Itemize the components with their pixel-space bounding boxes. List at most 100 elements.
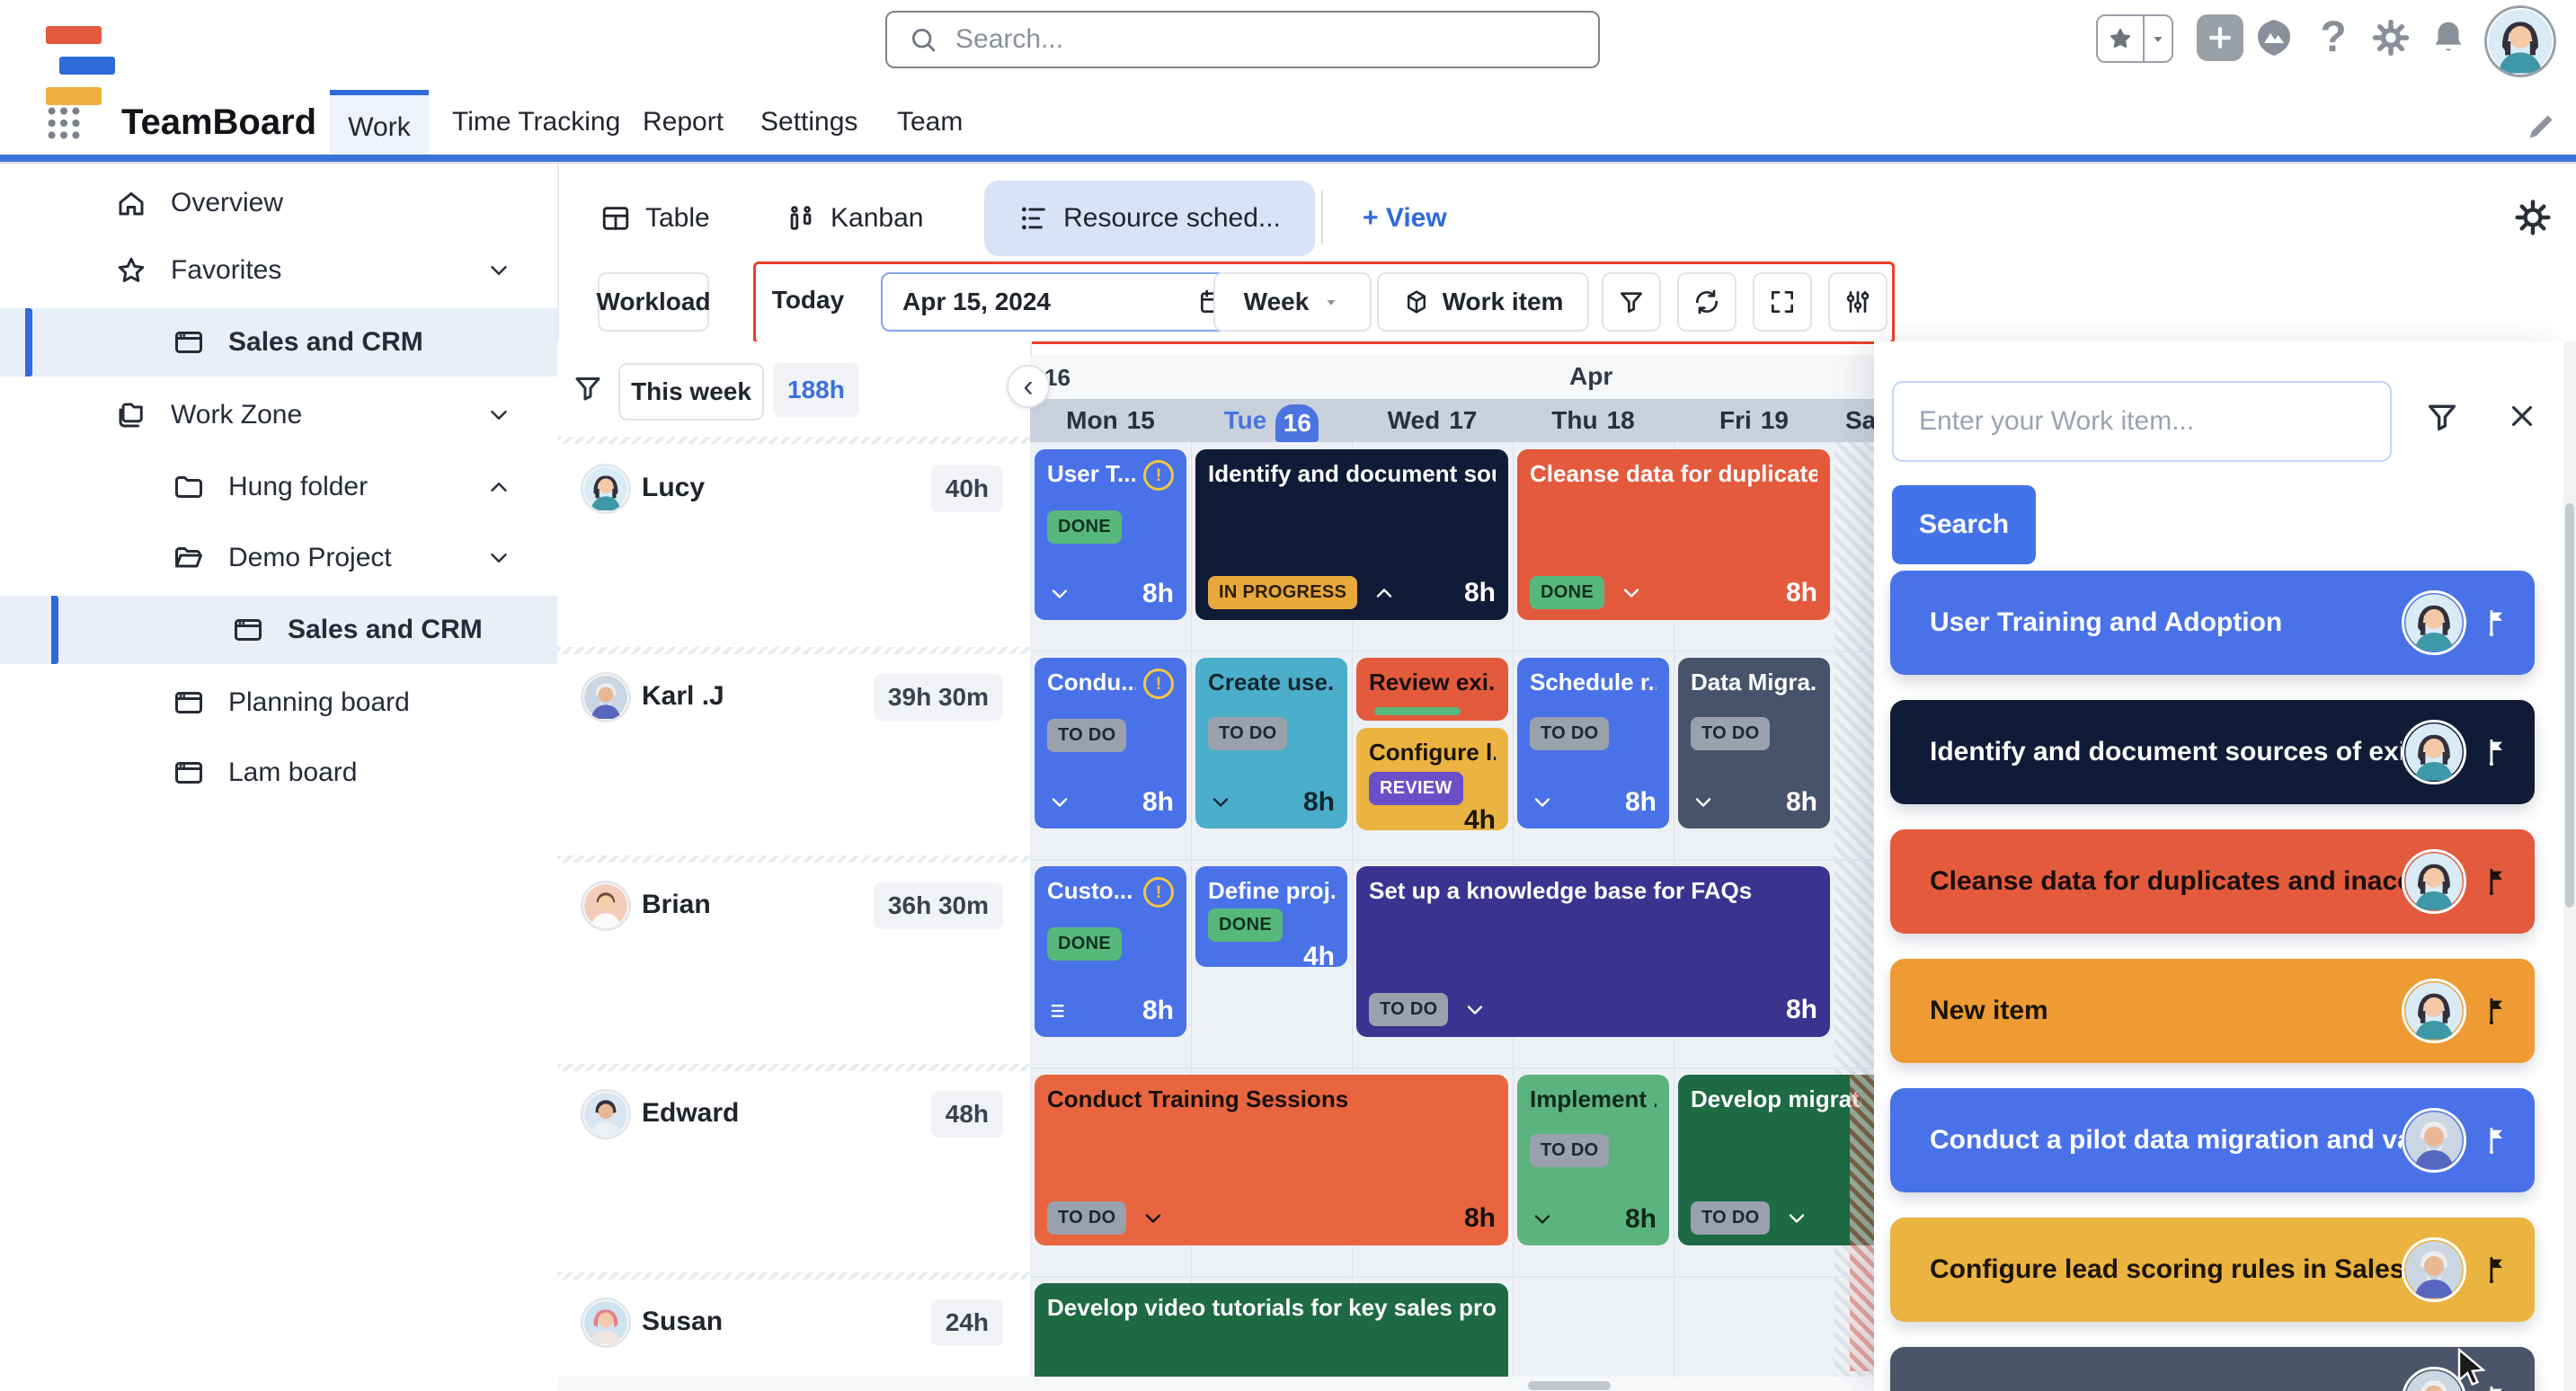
add-view-button[interactable]: + View (1363, 181, 1447, 256)
view-tab-kanban[interactable]: Kanban (786, 181, 923, 256)
panel-work-item[interactable]: Configure lead scoring rules in Salesf..… (1890, 1218, 2535, 1322)
filter-button[interactable] (1602, 272, 1661, 332)
chevron-up-icon[interactable] (485, 474, 512, 501)
resource-row-karl[interactable]: Karl .J 39h 30m (557, 652, 1030, 861)
schedule-grid[interactable]: User T...! DONE 8h Identify and document… (1030, 442, 1874, 1379)
search-button[interactable]: Search (1892, 485, 2036, 564)
collapse-panel-button[interactable]: ‹ (1007, 365, 1050, 408)
task-card[interactable]: Schedule r... TO DO 8h (1517, 658, 1669, 828)
panel-work-item[interactable]: Conduct a pilot data migration and va... (1890, 1088, 2535, 1192)
flag-icon[interactable] (2483, 607, 2513, 638)
chevron-down-icon[interactable] (1784, 1206, 1809, 1231)
resource-row-lucy[interactable]: Lucy 40h (557, 444, 1030, 652)
today-button[interactable]: Today (768, 272, 848, 328)
task-card[interactable]: Conduct Training Sessions TO DO8h (1035, 1075, 1508, 1245)
board-settings-gear-icon[interactable] (2511, 196, 2554, 239)
star-icon[interactable] (2098, 26, 2143, 51)
chevron-down-icon[interactable] (1530, 790, 1555, 815)
global-search-input[interactable] (954, 23, 1577, 56)
flag-icon[interactable] (2483, 996, 2513, 1026)
day-header-fri[interactable]: Fri19 (1674, 399, 1834, 442)
work-item-search-input[interactable] (1892, 381, 2392, 462)
favorite-toggle-button[interactable] (2096, 14, 2173, 63)
task-card[interactable]: Review exi... (1356, 658, 1508, 721)
chevron-down-icon[interactable] (1047, 790, 1072, 815)
chevron-down-icon[interactable] (485, 257, 512, 284)
panel-work-item[interactable] (1890, 1347, 2535, 1391)
sidebar-item-sales-and-crm[interactable]: Sales and CRM (0, 596, 557, 664)
flag-icon[interactable] (2483, 737, 2513, 767)
edit-pencil-icon[interactable] (2522, 106, 2562, 146)
chevron-down-icon[interactable] (1691, 790, 1716, 815)
chevron-down-icon[interactable] (1141, 1206, 1166, 1231)
tab-team[interactable]: Team (897, 90, 963, 155)
task-card[interactable]: Condu...! TO DO 8h (1035, 658, 1186, 828)
mountains-icon[interactable] (2251, 14, 2297, 61)
chevron-down-icon[interactable] (1619, 580, 1644, 606)
view-tab-table[interactable]: Table (600, 181, 710, 256)
task-card[interactable]: Develop video tutorials for key sales pr… (1035, 1283, 1508, 1377)
view-tab-resource-scheduling[interactable]: Resource sched... (984, 181, 1315, 256)
sidebar-item-hung-folder[interactable]: Hung folder (0, 453, 557, 521)
apps-grid-icon[interactable] (41, 101, 86, 146)
sidebar-item-sales-and-crm-favorite[interactable]: Sales and CRM (0, 308, 557, 377)
chevron-down-icon[interactable] (1462, 997, 1488, 1023)
task-card[interactable]: Custo...! DONE 8h (1035, 866, 1186, 1037)
panel-work-item[interactable]: New item (1890, 959, 2535, 1063)
star-dropdown-caret-icon[interactable] (2145, 29, 2172, 49)
resource-row-susan[interactable]: Susan 24h (557, 1278, 1030, 1377)
panel-work-item[interactable]: Cleanse data for duplicates and inacc... (1890, 829, 2535, 934)
refresh-button[interactable] (1677, 272, 1737, 332)
day-header-tue-active[interactable]: Tue16 (1191, 399, 1352, 442)
date-picker[interactable]: Apr 15, 2024 (881, 272, 1248, 332)
task-card[interactable]: Set up a knowledge base for FAQs TO DO8h (1356, 866, 1830, 1037)
workload-button[interactable]: Workload (598, 272, 709, 332)
task-card[interactable]: Identify and document sou... IN PROGRESS… (1195, 449, 1508, 620)
fullscreen-button[interactable] (1753, 272, 1812, 332)
this-week-button[interactable]: This week (618, 363, 764, 421)
task-card[interactable]: Configure l... REVIEW 4h (1356, 728, 1508, 830)
global-search[interactable] (885, 11, 1600, 68)
help-icon[interactable]: ? (2310, 9, 2357, 65)
settings-gear-icon[interactable] (2367, 14, 2414, 61)
task-card[interactable]: Develop migratio TO DO (1678, 1075, 1874, 1245)
display-settings-button[interactable] (1828, 272, 1888, 332)
tab-time-tracking[interactable]: Time Tracking (452, 90, 620, 155)
filter-icon[interactable] (572, 372, 604, 404)
quick-add-button[interactable] (2197, 14, 2243, 61)
close-icon[interactable] (2505, 399, 2539, 433)
menu-icon[interactable] (1047, 998, 1072, 1023)
resource-row-edward[interactable]: Edward 48h (557, 1069, 1030, 1278)
sidebar-item-favorites[interactable]: Favorites (0, 236, 557, 305)
horizontal-scroll-track[interactable] (557, 1377, 1874, 1391)
day-header-wed[interactable]: Wed17 (1352, 399, 1513, 442)
chevron-down-icon[interactable] (485, 545, 512, 571)
chevron-down-icon[interactable] (1530, 1207, 1555, 1232)
sidebar-item-work-zone[interactable]: Work Zone (0, 381, 557, 449)
task-card[interactable]: Define proj... DONE 4h (1195, 866, 1347, 967)
flag-icon[interactable] (2483, 1125, 2513, 1156)
sidebar-item-planning-board[interactable]: Planning board (0, 669, 557, 737)
tab-work[interactable]: Work (330, 90, 429, 160)
sidebar-item-lam-board[interactable]: Lam board (0, 739, 557, 807)
chevron-down-icon[interactable] (1208, 790, 1233, 815)
day-header-mon[interactable]: Mon15 (1030, 399, 1191, 442)
chevron-down-icon[interactable] (485, 402, 512, 429)
panel-work-item[interactable]: Identify and document sources of exi... (1890, 700, 2535, 804)
work-item-button[interactable]: Work item (1377, 272, 1589, 332)
notifications-bell-icon[interactable] (2425, 13, 2472, 59)
chevron-up-icon[interactable] (1372, 580, 1397, 606)
flag-icon[interactable] (2483, 1254, 2513, 1285)
range-select[interactable]: Week (1213, 272, 1372, 332)
flag-icon[interactable] (2483, 866, 2513, 897)
chevron-down-icon[interactable] (1047, 581, 1072, 607)
user-avatar[interactable] (2484, 5, 2556, 77)
filter-icon[interactable] (2424, 399, 2460, 435)
task-card[interactable]: Create use... TO DO 8h (1195, 658, 1347, 828)
task-card[interactable]: User T...! DONE 8h (1035, 449, 1186, 620)
tab-report[interactable]: Report (643, 90, 724, 155)
task-card[interactable]: Cleanse data for duplicate... DONE8h (1517, 449, 1830, 620)
task-card[interactable]: Implement ... TO DO 8h (1517, 1075, 1669, 1245)
day-header-thu[interactable]: Thu18 (1513, 399, 1674, 442)
sidebar-item-overview[interactable]: Overview (0, 169, 557, 237)
